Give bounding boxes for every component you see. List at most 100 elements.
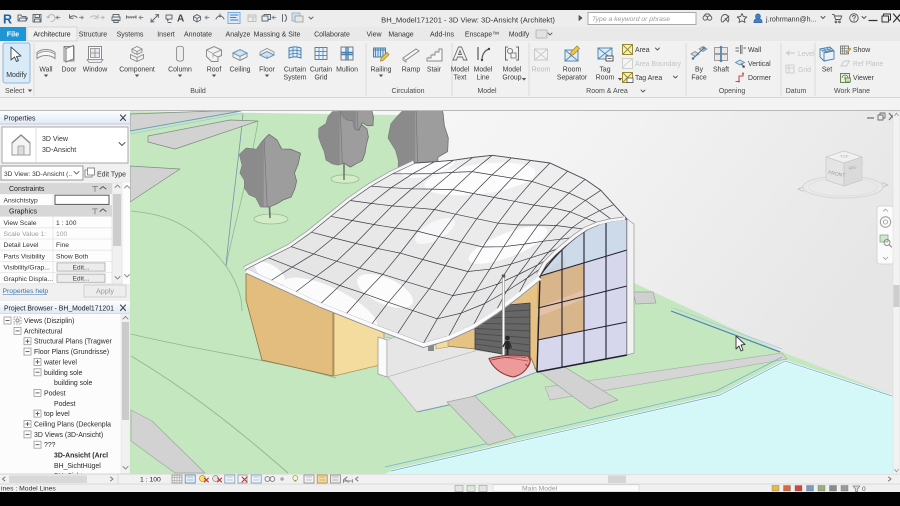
svg-text:R: R [3,13,12,27]
svg-text:Face: Face [691,75,706,82]
svg-text:Wall: Wall [39,67,53,74]
svg-text:building sole: building sole [44,370,82,377]
svg-text:View: View [366,32,382,39]
svg-text:Room: Room [532,67,551,74]
svg-text:Insert: Insert [157,32,175,39]
svg-text:Railing: Railing [370,67,391,74]
svg-text:Show: Show [853,47,870,54]
svg-text:BH_SichtHügel: BH_SichtHügel [54,463,101,470]
svg-text:Tag Area: Tag Area [635,75,662,82]
svg-text:Ceiling: Ceiling [229,67,250,74]
svg-text:Views (Disziplin): Views (Disziplin) [24,318,74,325]
svg-text:Grid: Grid [314,75,327,82]
svg-text:Manage: Manage [388,32,413,39]
svg-text:Type a keyword or phrase: Type a keyword or phrase [592,16,670,23]
svg-text:Level: Level [798,51,815,58]
svg-text:???: ??? [44,442,56,449]
svg-text:Scale Value 1:: Scale Value 1: [4,231,47,238]
svg-text:Architectural: Architectural [24,328,63,335]
svg-text:Component: Component [119,67,155,74]
svg-text:Work Plane: Work Plane [834,88,870,95]
svg-text:Graphics: Graphics [9,209,38,216]
svg-text:Wall: Wall [748,47,762,54]
svg-text:j.rohrmann@h...: j.rohrmann@h... [765,17,816,24]
svg-text:Parts Visibility: Parts Visibility [4,253,46,260]
svg-text:Curtain: Curtain [310,67,332,74]
svg-text:System: System [284,75,307,82]
svg-text:Modify: Modify [509,32,530,39]
svg-text:BH_Model171201 - 3D View: 3D-A: BH_Model171201 - 3D View: 3D-Ansicht (Ar… [381,16,555,25]
svg-text:3D Views (3D-Ansicht): 3D Views (3D-Ansicht) [34,432,103,439]
svg-text:Room & Area: Room & Area [586,88,628,95]
svg-text:File: File [7,30,19,39]
svg-text:Model: Model [451,67,470,74]
svg-text:Vertical: Vertical [748,61,771,68]
svg-text:Project Browser - BH_Model1712: Project Browser - BH_Model171201 [4,306,114,313]
svg-text:Model: Model [474,67,493,74]
svg-text:3D View: 3D-Ansicht (..: 3D View: 3D-Ansicht (.. [4,171,72,178]
svg-text:Circulation: Circulation [391,88,424,95]
svg-text:Architecture: Architecture [33,32,70,39]
svg-text:Ceiling Plans (Deckenpla: Ceiling Plans (Deckenpla [34,422,111,429]
svg-text:Edit...: Edit... [72,276,89,283]
svg-text:Area: Area [635,47,650,54]
svg-text:Floor: Floor [259,67,275,74]
svg-text:0: 0 [862,486,866,493]
svg-text:View Scale: View Scale [4,220,37,227]
svg-text:building sole: building sole [54,380,92,387]
svg-text:Edit Type: Edit Type [97,172,126,179]
svg-text:Set: Set [822,67,832,74]
svg-text:Model: Model [477,88,497,95]
svg-text:Analyze: Analyze [226,32,251,39]
svg-text:3D-Ansicht (Arcl: 3D-Ansicht (Arcl [54,453,108,460]
svg-text:100: 100 [56,231,67,238]
svg-text:Stair: Stair [427,67,442,74]
svg-text:Properties: Properties [4,116,36,123]
svg-text:Graphic Displa...: Graphic Displa... [4,276,54,283]
svg-text:3D View: 3D View [42,136,69,143]
svg-text:Datum: Datum [786,88,807,95]
svg-text:1 : 100: 1 : 100 [56,220,77,227]
svg-text:Column: Column [168,67,192,74]
svg-text:A: A [177,14,184,25]
svg-text:Add-Ins: Add-Ins [430,32,455,39]
svg-text:Fine: Fine [56,242,69,249]
svg-text:Ansichtstyp: Ansichtstyp [4,197,38,204]
svg-text:Curtain: Curtain [284,67,306,74]
svg-text:Tag: Tag [599,67,610,74]
svg-text:Enscape™: Enscape™ [465,32,499,39]
svg-text:Ref Plane: Ref Plane [853,61,883,68]
svg-text:Build: Build [190,88,206,95]
svg-text:Detail Level: Detail Level [4,242,39,249]
svg-text:Select: Select [5,88,25,95]
svg-text:Grid: Grid [798,67,811,74]
svg-text:Group: Group [502,75,521,82]
svg-text:Massing & Site: Massing & Site [254,32,301,39]
svg-text:Roof: Roof [207,67,222,74]
svg-text:Opening: Opening [719,88,746,95]
svg-text:Apply: Apply [96,287,114,296]
svg-text:Text: Text [454,75,467,82]
svg-text:ines : Model Lines: ines : Model Lines [1,486,56,493]
svg-text:Floor Plans (Grundrisse): Floor Plans (Grundrisse) [34,349,109,356]
svg-text:Modify: Modify [6,72,27,79]
svg-text:Systems: Systems [117,32,144,39]
svg-text:Window: Window [83,67,108,74]
svg-text:top level: top level [44,411,70,418]
svg-text:water level: water level [43,359,77,366]
svg-text:By: By [695,67,704,74]
svg-text:Shaft: Shaft [713,67,729,74]
svg-text:Line: Line [476,75,489,82]
svg-text:1 : 100: 1 : 100 [140,477,161,484]
svg-text:Podest: Podest [44,390,66,397]
svg-text:Structure: Structure [79,32,108,39]
svg-text:Properties help: Properties help [3,288,49,295]
svg-text:Visibility/Grap...: Visibility/Grap... [4,265,50,272]
svg-text:Area Boundary: Area Boundary [635,61,682,68]
svg-text:Door: Door [62,67,78,74]
svg-text:Constraints: Constraints [9,186,45,193]
svg-text:TOP: TOP [840,154,849,159]
svg-text:Mullion: Mullion [336,67,358,74]
svg-text:Main Model: Main Model [522,486,558,493]
svg-text:Show Both: Show Both [56,253,89,260]
